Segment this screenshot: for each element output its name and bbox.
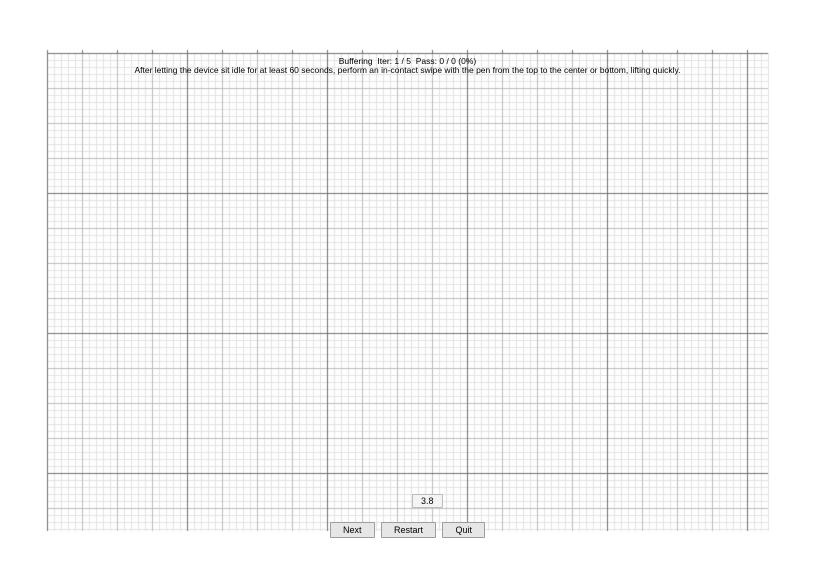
iteration-readout: 3.8 <box>412 494 443 508</box>
instruction-text: After letting the device sit idle for at… <box>0 66 815 75</box>
quit-button[interactable]: Quit <box>442 522 485 538</box>
button-bar: Next Restart Quit <box>0 520 815 538</box>
test-grid-canvas[interactable] <box>0 0 815 584</box>
next-button[interactable]: Next <box>330 522 375 538</box>
status-bar: Buffering Iter: 1 / 5 Pass: 0 / 0 (0%) A… <box>0 57 815 76</box>
restart-button[interactable]: Restart <box>381 522 436 538</box>
